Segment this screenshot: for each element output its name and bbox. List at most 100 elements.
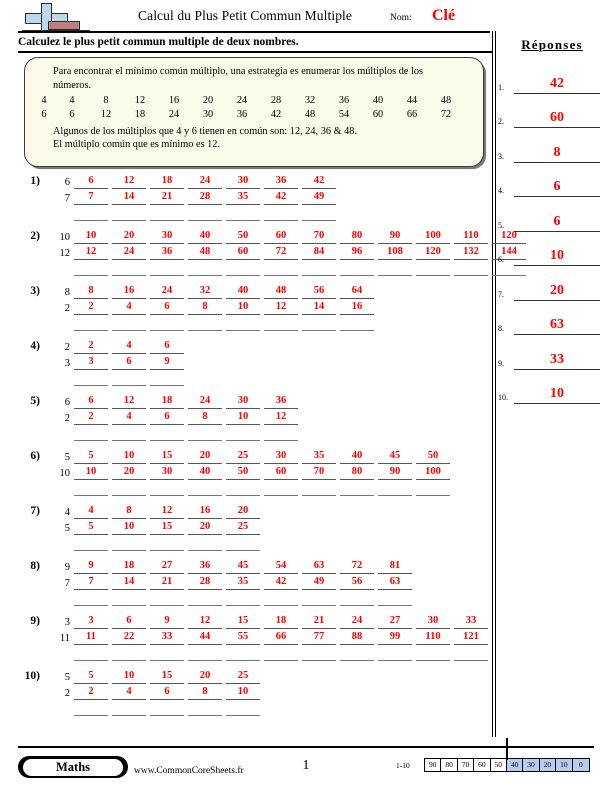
multiple-blank[interactable]: 20 [188,449,222,464]
multiple-blank[interactable]: 64 [340,284,374,299]
multiple-blank[interactable]: 8 [188,410,222,425]
empty-blank[interactable] [74,206,108,221]
empty-blank[interactable] [74,536,108,551]
multiple-blank[interactable]: 6 [150,339,184,354]
empty-blank[interactable] [454,646,488,661]
multiple-blank[interactable]: 35 [226,190,260,205]
multiple-blank[interactable]: 100 [416,229,450,244]
multiple-blank[interactable]: 4 [112,685,146,700]
empty-blank[interactable] [302,261,336,276]
multiple-blank[interactable]: 2 [74,685,108,700]
empty-blank[interactable] [112,591,146,606]
multiple-blank[interactable]: 4 [74,504,108,519]
multiple-blank[interactable]: 50 [226,229,260,244]
multiple-blank[interactable]: 90 [378,229,412,244]
multiple-blank[interactable]: 36 [264,174,298,189]
empty-blank[interactable] [416,646,450,661]
multiple-blank[interactable]: 18 [264,614,298,629]
multiple-blank[interactable]: 36 [150,245,184,260]
multiple-blank[interactable]: 60 [226,245,260,260]
multiple-blank[interactable]: 55 [226,630,260,645]
empty-blank[interactable] [302,591,336,606]
multiple-blank[interactable]: 33 [454,614,488,629]
multiple-blank[interactable]: 10 [112,520,146,535]
multiple-blank[interactable]: 15 [150,669,184,684]
multiple-blank[interactable]: 8 [188,300,222,315]
multiple-blank[interactable]: 44 [188,630,222,645]
multiple-blank[interactable]: 40 [188,229,222,244]
multiple-blank[interactable]: 16 [112,284,146,299]
multiple-blank[interactable]: 6 [150,410,184,425]
empty-blank[interactable] [150,261,184,276]
empty-blank[interactable] [340,261,374,276]
multiple-blank[interactable]: 2 [74,410,108,425]
multiple-blank[interactable]: 77 [302,630,336,645]
multiple-blank[interactable]: 9 [150,614,184,629]
multiple-blank[interactable]: 20 [112,229,146,244]
empty-blank[interactable] [150,371,184,386]
multiple-blank[interactable]: 9 [150,355,184,370]
empty-blank[interactable] [226,701,260,716]
multiple-blank[interactable]: 12 [264,300,298,315]
multiple-blank[interactable]: 63 [378,575,412,590]
multiple-blank[interactable]: 27 [378,614,412,629]
multiple-blank[interactable]: 10 [112,449,146,464]
multiple-blank[interactable]: 7 [74,190,108,205]
empty-blank[interactable] [112,481,146,496]
multiple-blank[interactable]: 15 [150,449,184,464]
multiple-blank[interactable]: 10 [226,685,260,700]
empty-blank[interactable] [150,316,184,331]
multiple-blank[interactable]: 121 [454,630,488,645]
multiple-blank[interactable]: 8 [74,284,108,299]
empty-blank[interactable] [340,646,374,661]
empty-blank[interactable] [188,591,222,606]
multiple-blank[interactable]: 30 [264,449,298,464]
empty-blank[interactable] [112,206,146,221]
multiple-blank[interactable]: 16 [188,504,222,519]
empty-blank[interactable] [112,536,146,551]
multiple-blank[interactable]: 5 [74,669,108,684]
empty-blank[interactable] [416,481,450,496]
multiple-blank[interactable]: 6 [150,300,184,315]
multiple-blank[interactable]: 50 [226,465,260,480]
multiple-blank[interactable]: 70 [302,465,336,480]
multiple-blank[interactable]: 18 [150,394,184,409]
multiple-blank[interactable]: 90 [378,465,412,480]
multiple-blank[interactable]: 9 [74,559,108,574]
answer-blank[interactable]: 6 [514,178,600,197]
empty-blank[interactable] [226,426,260,441]
multiple-blank[interactable]: 22 [112,630,146,645]
multiple-blank[interactable]: 36 [264,394,298,409]
empty-blank[interactable] [302,646,336,661]
empty-blank[interactable] [302,316,336,331]
multiple-blank[interactable]: 15 [226,614,260,629]
empty-blank[interactable] [112,371,146,386]
empty-blank[interactable] [150,701,184,716]
multiple-blank[interactable]: 20 [188,520,222,535]
empty-blank[interactable] [74,481,108,496]
multiple-blank[interactable]: 12 [112,174,146,189]
multiple-blank[interactable]: 49 [302,575,336,590]
multiple-blank[interactable]: 33 [150,630,184,645]
empty-blank[interactable] [340,316,374,331]
multiple-blank[interactable]: 49 [302,190,336,205]
multiple-blank[interactable]: 110 [454,229,488,244]
empty-blank[interactable] [188,426,222,441]
multiple-blank[interactable]: 96 [340,245,374,260]
answer-blank[interactable]: 10 [514,385,600,404]
multiple-blank[interactable]: 120 [416,245,450,260]
empty-blank[interactable] [112,426,146,441]
multiple-blank[interactable]: 25 [226,449,260,464]
empty-blank[interactable] [188,316,222,331]
empty-blank[interactable] [188,261,222,276]
empty-blank[interactable] [150,481,184,496]
empty-blank[interactable] [74,261,108,276]
multiple-blank[interactable]: 12 [112,394,146,409]
multiple-blank[interactable]: 66 [264,630,298,645]
multiple-blank[interactable]: 10 [226,410,260,425]
multiple-blank[interactable]: 4 [112,300,146,315]
multiple-blank[interactable]: 12 [74,245,108,260]
multiple-blank[interactable]: 6 [74,174,108,189]
empty-blank[interactable] [112,646,146,661]
answer-blank[interactable]: 6 [514,213,600,232]
